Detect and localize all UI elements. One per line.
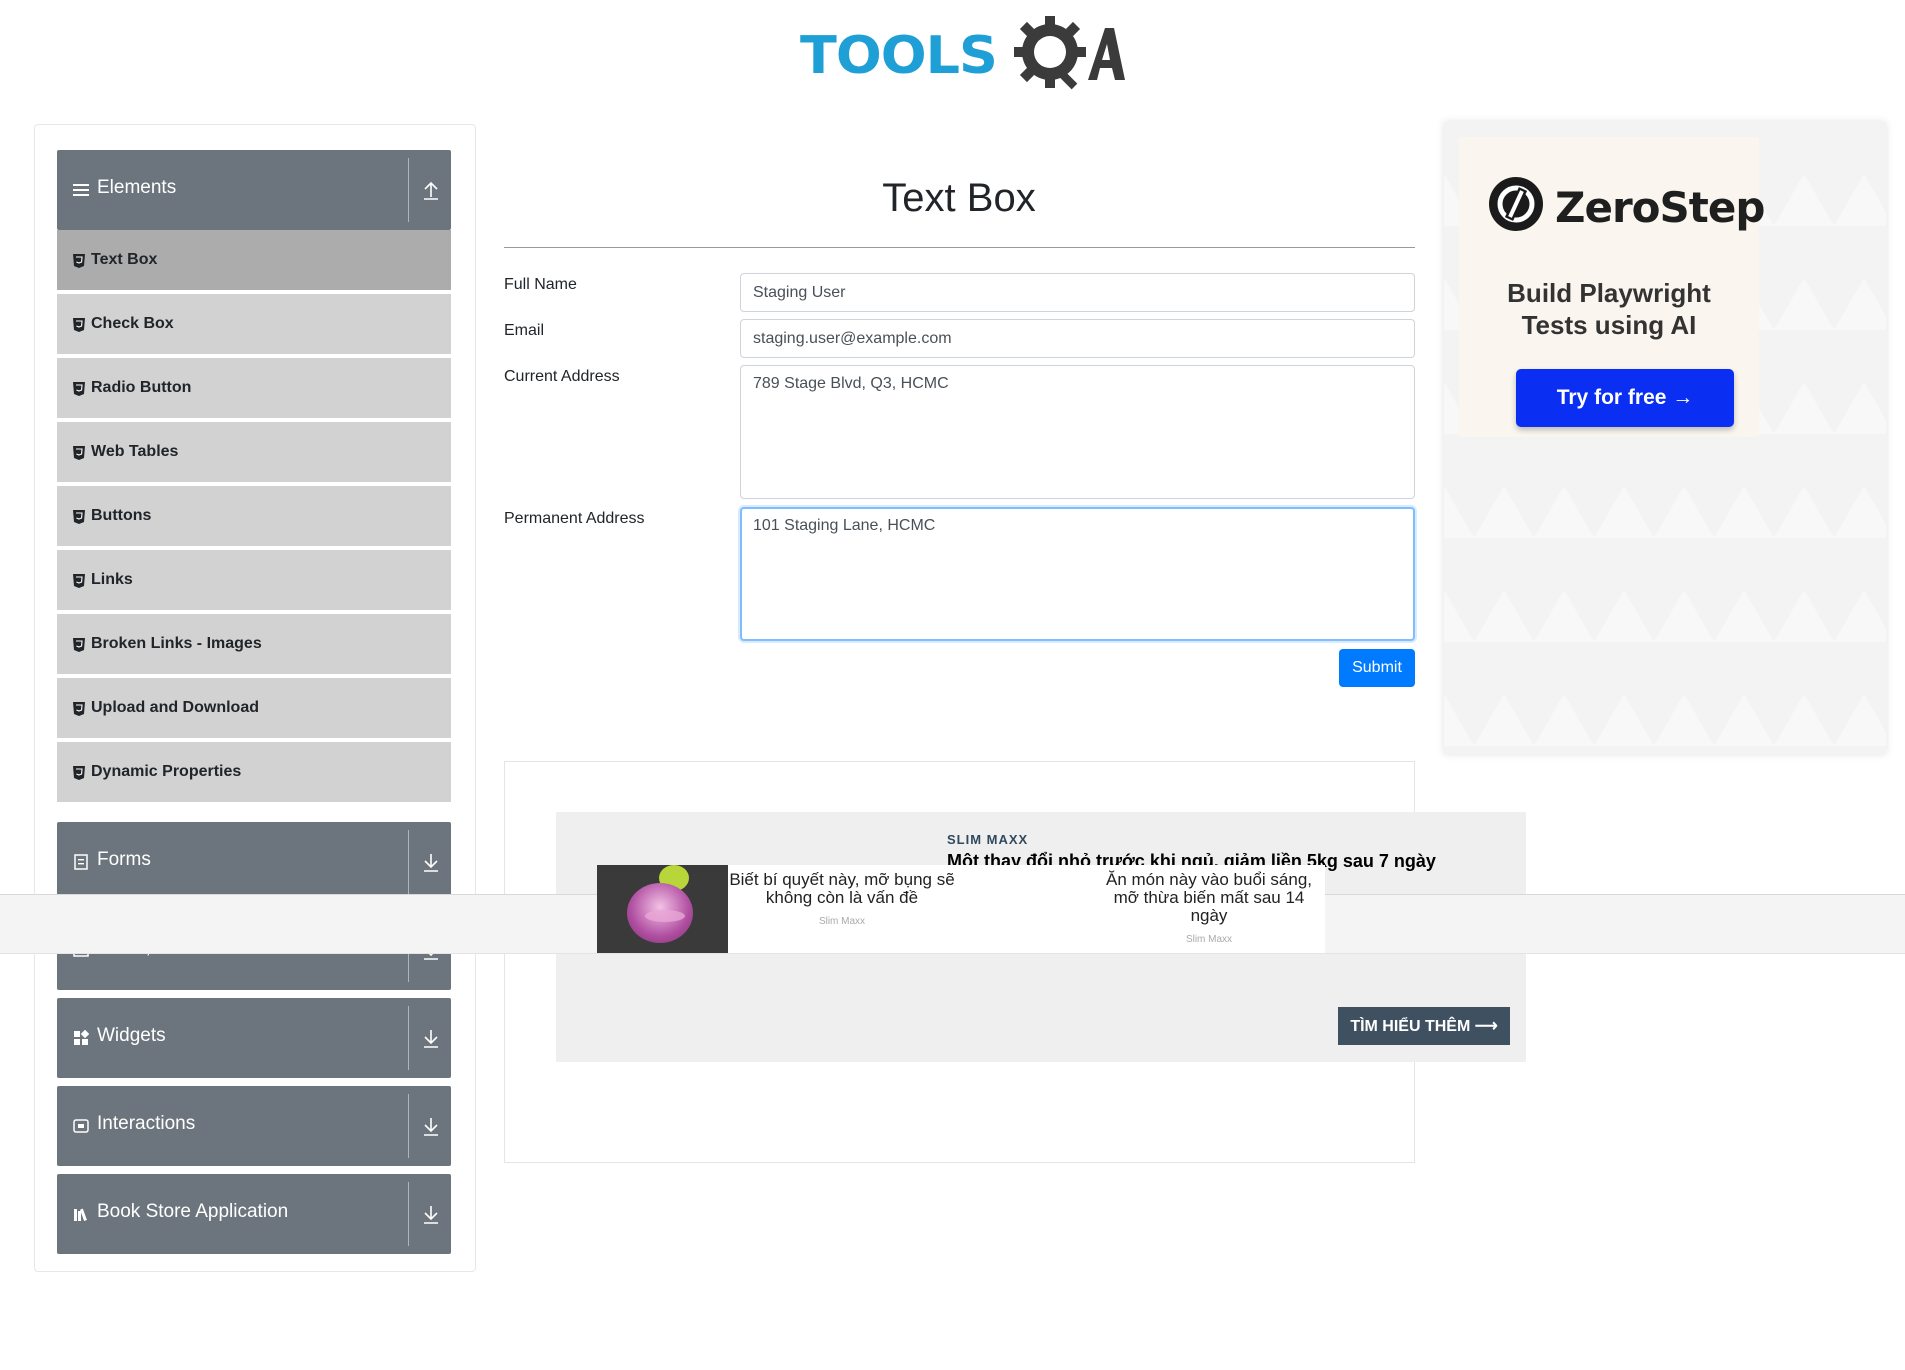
- zerostep-logo: ZeroStep: [1489, 177, 1765, 237]
- html5-icon: [73, 702, 85, 716]
- story-source: Slim Maxx: [818, 916, 866, 927]
- expand-down-icon[interactable]: [421, 1114, 441, 1138]
- group-widgets[interactable]: Widgets: [57, 998, 451, 1078]
- ad-sponsor: SLIM MAXX: [947, 832, 1029, 847]
- hamburger-icon: [73, 184, 89, 196]
- left-panel: Elements Text Box Check Box Radio Button…: [34, 124, 476, 1272]
- zerostep-icon: [1489, 177, 1543, 231]
- email-label: Email: [504, 322, 545, 339]
- group-title: Interactions: [97, 1113, 196, 1134]
- html5-icon: [73, 254, 85, 268]
- sidebar-item-upload-download[interactable]: Upload and Download: [57, 678, 451, 740]
- sidebar-item-web-tables[interactable]: Web Tables: [57, 422, 451, 484]
- sidebar-item-dynamic-properties[interactable]: Dynamic Properties: [57, 742, 451, 804]
- divider: [408, 158, 409, 222]
- sidebar-item-label: Broken Links - Images: [91, 635, 262, 652]
- html5-icon: [73, 446, 85, 460]
- group-book-store[interactable]: Book Store Application: [57, 1174, 451, 1254]
- permanent-address-textarea[interactable]: 101 Staging Lane, HCMC: [740, 507, 1415, 641]
- title-divider: [504, 247, 1415, 248]
- sidebar-item-text-box[interactable]: Text Box: [57, 230, 451, 292]
- sidebar-item-label: Check Box: [91, 315, 174, 332]
- tagline-line-2: Tests using AI: [1521, 310, 1697, 340]
- story-source: Slim Maxx: [1185, 934, 1233, 945]
- sidebar-item-label: Text Box: [91, 251, 158, 268]
- sidebar-item-label: Upload and Download: [91, 699, 259, 716]
- zerostep-mark: [1497, 185, 1535, 223]
- expand-down-icon[interactable]: [421, 1026, 441, 1050]
- divider: [408, 830, 409, 894]
- sidebar-item-label: Links: [91, 571, 133, 588]
- sidebar-item-label: Buttons: [91, 507, 152, 524]
- group-interactions[interactable]: Interactions: [57, 1086, 451, 1166]
- expand-down-icon[interactable]: [421, 850, 441, 874]
- html5-icon: [73, 510, 85, 524]
- html5-icon: [73, 638, 85, 652]
- divider: [408, 1006, 409, 1070]
- highlight-shape: [645, 910, 685, 922]
- try-for-free-button[interactable]: Try for free →: [1516, 369, 1734, 427]
- tagline-line-1: Build Playwright: [1507, 278, 1711, 308]
- expand-down-icon[interactable]: [421, 1202, 441, 1226]
- sidebar-item-radio-button[interactable]: Radio Button: [57, 358, 451, 420]
- divider: [408, 1094, 409, 1158]
- html5-icon: [73, 766, 85, 780]
- html5-icon: [73, 574, 85, 588]
- permanent-address-label: Permanent Address: [504, 510, 645, 527]
- html5-icon: [73, 382, 85, 396]
- side-ad[interactable]: ZeroStep Build Playwright Tests using AI…: [1444, 122, 1886, 754]
- group-forms[interactable]: Forms: [57, 822, 451, 902]
- submit-button[interactable]: Submit: [1339, 649, 1415, 687]
- form-icon: [74, 854, 88, 870]
- story-item[interactable]: Ăn món này vào buổi sáng, mỡ thừa biến m…: [1093, 871, 1325, 949]
- group-title: Forms: [97, 849, 151, 870]
- divider: [408, 1182, 409, 1246]
- story-item[interactable]: Biết bí quyết này, mỡ bụng sẽ không còn …: [728, 871, 956, 931]
- current-address-textarea[interactable]: 789 Stage Blvd, Q3, HCMC: [740, 365, 1415, 499]
- full-name-label: Full Name: [504, 276, 577, 293]
- group-title: Widgets: [97, 1025, 166, 1046]
- story-carousel[interactable]: Biết bí quyết này, mỡ bụng sẽ không còn …: [597, 865, 1325, 953]
- sidebar-item-broken-links[interactable]: Broken Links - Images: [57, 614, 451, 676]
- story-thumbnail[interactable]: [597, 865, 728, 953]
- gear-magnifier-icon: [1014, 16, 1125, 90]
- collapse-up-icon[interactable]: [421, 178, 441, 202]
- books-icon: [74, 1208, 87, 1221]
- logo-text: TOOLS: [800, 25, 998, 86]
- ad-tagline: Build Playwright Tests using AI: [1459, 277, 1759, 341]
- group-elements[interactable]: Elements: [57, 150, 451, 230]
- ad-card[interactable]: ZeroStep Build Playwright Tests using AI…: [1459, 137, 1765, 437]
- group-title: Book Store Application: [97, 1201, 289, 1222]
- full-name-input[interactable]: [740, 273, 1415, 312]
- learn-more-button[interactable]: TÌM HIỂU THÊM ⟶: [1338, 1007, 1510, 1045]
- html5-icon: [73, 318, 85, 332]
- sidebar-item-buttons[interactable]: Buttons: [57, 486, 451, 548]
- group-title: Elements: [97, 177, 177, 198]
- interactions-icon: [73, 1119, 89, 1133]
- page-title: Text Box: [882, 176, 1036, 220]
- widgets-icon: [74, 1030, 89, 1045]
- story-text: Biết bí quyết này, mỡ bụng sẽ không còn …: [729, 870, 955, 907]
- brand-name: ZeroStep: [1555, 183, 1765, 232]
- current-address-label: Current Address: [504, 368, 620, 385]
- toolsqa-logo[interactable]: TOOLS: [800, 14, 1125, 94]
- sidebar-item-label: Radio Button: [91, 379, 192, 396]
- story-text: Ăn món này vào buổi sáng, mỡ thừa biến m…: [1105, 870, 1313, 925]
- sidebar-item-links[interactable]: Links: [57, 550, 451, 612]
- sidebar-item-label: Web Tables: [91, 443, 179, 460]
- sidebar-item-label: Dynamic Properties: [91, 763, 242, 780]
- email-input[interactable]: [740, 319, 1415, 358]
- sidebar-item-check-box[interactable]: Check Box: [57, 294, 451, 356]
